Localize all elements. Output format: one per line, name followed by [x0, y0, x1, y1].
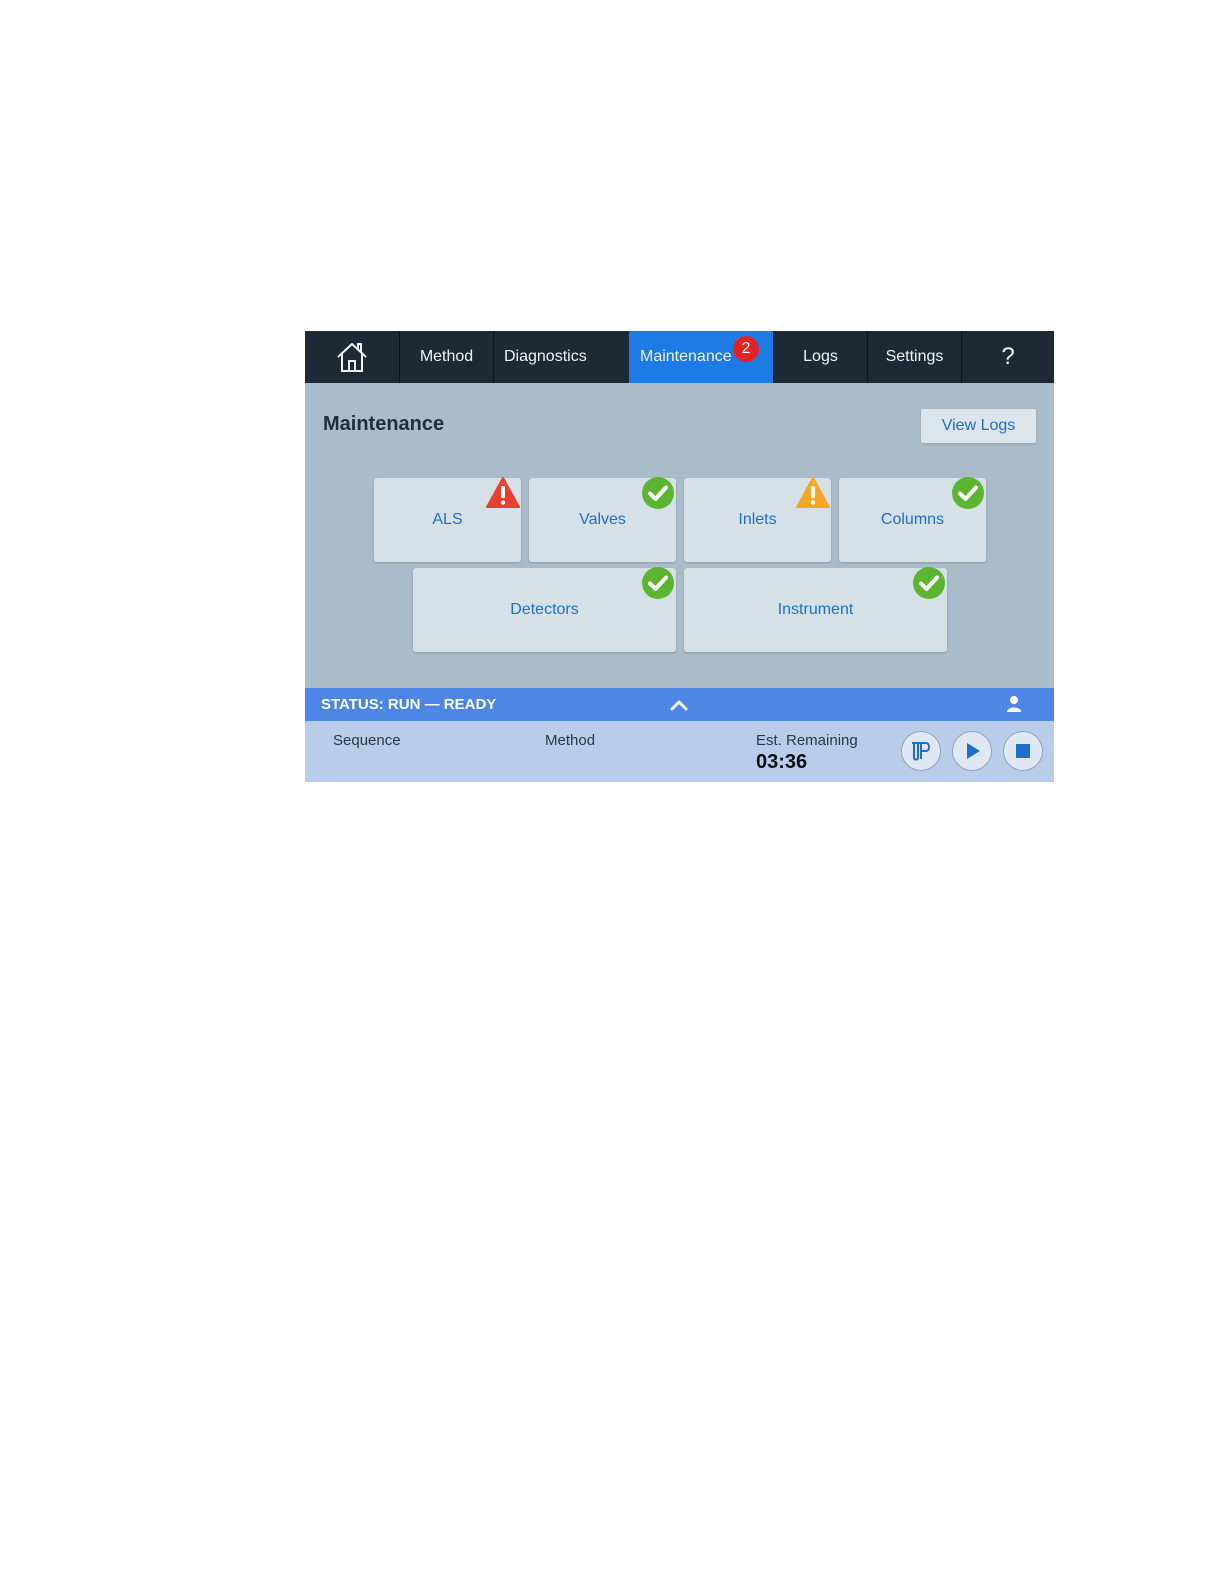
home-button[interactable] [305, 331, 399, 383]
notification-badge: 2 [733, 336, 759, 362]
stop-icon [1016, 744, 1030, 758]
tab-diagnostics[interactable]: Diagnostics [494, 331, 629, 383]
user-icon[interactable] [1005, 695, 1023, 713]
tile-als[interactable]: ALS [374, 477, 521, 562]
tab-settings-label: Settings [885, 348, 944, 365]
tab-maintenance[interactable]: Maintenance 2 [629, 331, 773, 383]
tile-instrument[interactable]: Instrument [684, 567, 947, 652]
warning-icon [796, 477, 830, 508]
tile-instrument-label: Instrument [777, 601, 854, 618]
tab-method-label: Method [419, 348, 474, 365]
tile-inlets[interactable]: Inlets [684, 477, 831, 562]
tab-method[interactable]: Method [400, 331, 493, 383]
tab-settings[interactable]: Settings [868, 331, 961, 383]
status-bar: STATUS: RUN — READY [305, 688, 1054, 721]
tile-valves-label: Valves [579, 511, 626, 528]
play-icon [967, 743, 980, 759]
chevron-up-icon[interactable] [668, 696, 690, 714]
est-remaining-label: Est. Remaining [756, 732, 858, 749]
view-logs-button[interactable]: View Logs [921, 409, 1036, 443]
home-icon [337, 343, 367, 372]
tab-diagnostics-label: Diagnostics [504, 348, 587, 365]
error-icon [486, 477, 520, 508]
tile-detectors-label: Detectors [510, 601, 579, 618]
help-button[interactable]: ? [962, 331, 1054, 383]
method-label: Method [545, 732, 596, 749]
tab-logs[interactable]: Logs [774, 331, 867, 383]
run-info-panel: Sequence Method Est. Remaining 03:36 [305, 721, 1054, 782]
help-icon: ? [1001, 343, 1015, 370]
stop-button[interactable] [1003, 731, 1043, 771]
sequence-label: Sequence [333, 732, 401, 749]
tile-detectors[interactable]: Detectors [413, 567, 676, 652]
tab-logs-label: Logs [803, 348, 838, 365]
tile-inlets-label: Inlets [738, 511, 777, 528]
page-title: Maintenance [323, 413, 445, 435]
est-remaining-value: 03:36 [756, 751, 808, 773]
tile-columns[interactable]: Columns [839, 477, 986, 562]
check-icon [642, 477, 674, 509]
tile-columns-label: Columns [880, 511, 945, 528]
tile-als-label: ALS [432, 511, 463, 528]
check-icon [913, 567, 945, 599]
top-nav: Method Diagnostics Maintenance 2 Logs Se… [305, 331, 1054, 383]
run-status-text: STATUS: RUN — READY [321, 696, 497, 713]
tab-maintenance-label: Maintenance [640, 348, 732, 365]
prep-run-icon [912, 742, 930, 761]
check-icon [952, 477, 984, 509]
prep-run-button[interactable] [901, 731, 941, 771]
check-icon [642, 567, 674, 599]
instrument-screen: Method Diagnostics Maintenance 2 Logs Se… [305, 331, 1054, 782]
tile-valves[interactable]: Valves [529, 477, 676, 562]
start-button[interactable] [952, 731, 992, 771]
